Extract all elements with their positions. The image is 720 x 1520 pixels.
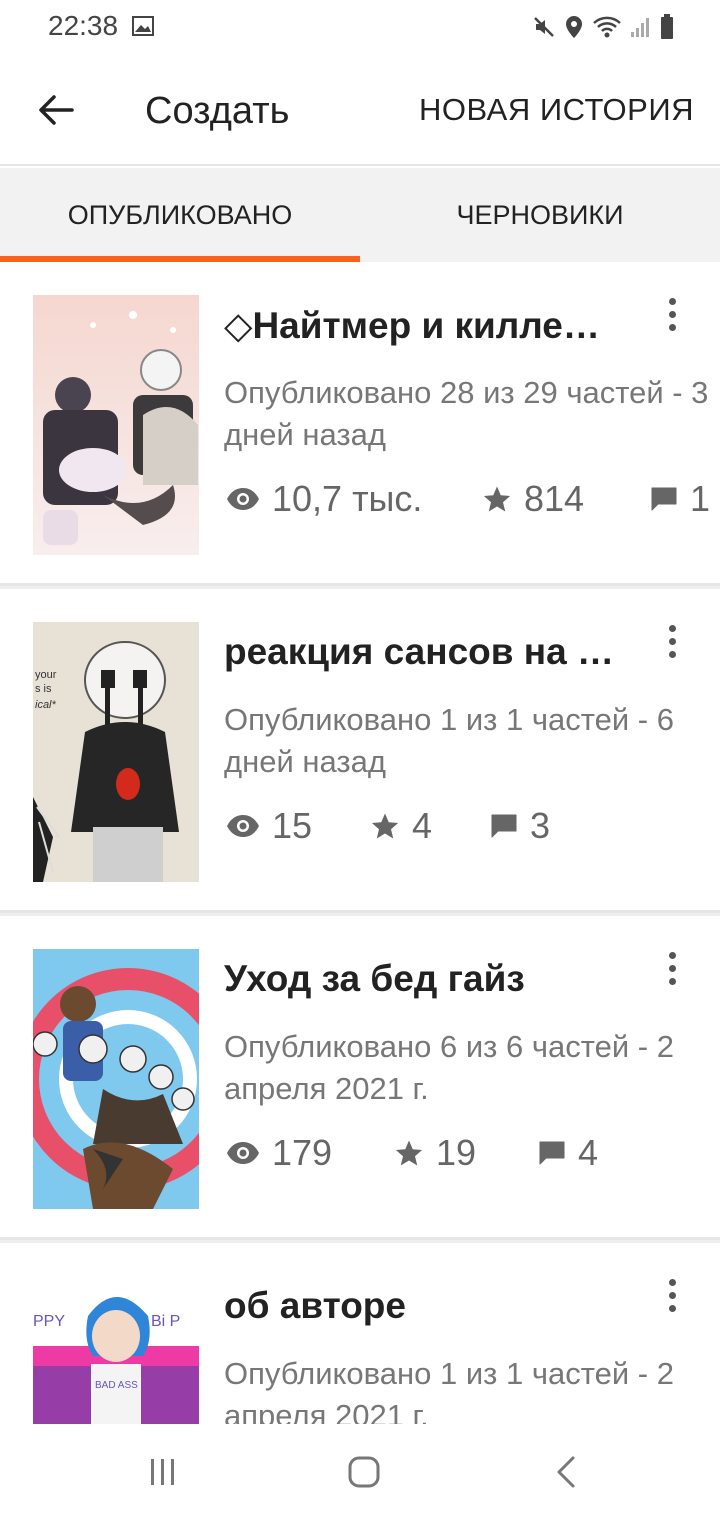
location-icon (566, 16, 582, 38)
story-meta: Опубликовано 1 из 1 частей - 2 апреля 20… (224, 1356, 674, 1424)
status-bar: 22:38 (0, 0, 720, 56)
story-title[interactable]: об авторе (224, 1285, 644, 1327)
svg-text:your: your (35, 669, 57, 681)
story-meta: Опубликовано 1 из 1 частей - 6 дней наза… (224, 702, 674, 779)
comments-count: 3 (530, 805, 551, 846)
votes-count: 19 (436, 1132, 477, 1173)
eye-icon (227, 1142, 259, 1164)
back-button[interactable] (28, 82, 84, 138)
cover-art: PPY Bi P BAD ASS (33, 1276, 199, 1424)
svg-text:ical*: ical* (35, 699, 57, 711)
story-cover-image[interactable]: your s is ical* (33, 622, 199, 882)
views-stat: 10,7 тыс. (226, 478, 422, 520)
more-vertical-icon[interactable] (656, 619, 688, 663)
tab-drafts[interactable]: ЧЕРНОВИКИ (360, 168, 720, 262)
eye-icon (227, 815, 259, 837)
home-button[interactable] (334, 1450, 394, 1494)
story-card[interactable]: ◇Найтмер и килле… Опубликовано 28 из 29 … (0, 262, 720, 586)
views-stat: 179 (226, 1132, 332, 1174)
story-card[interactable]: PPY Bi P BAD ASS об авторе Опубликовано … (0, 1243, 720, 1424)
star-icon (483, 486, 511, 512)
comments-count: 1 (690, 478, 711, 519)
views-count: 15 (272, 805, 313, 846)
svg-text:Bi P: Bi P (151, 1313, 180, 1330)
comments-stat: 4 (538, 1132, 598, 1174)
chevron-left-icon (557, 1456, 575, 1488)
story-card[interactable]: Уход за бед гайз Опубликовано 6 из 6 час… (0, 916, 720, 1240)
tab-published[interactable]: ОПУБЛИКОВАНО (0, 168, 360, 262)
comments-stat: 1 (650, 478, 710, 520)
battery-icon (661, 14, 673, 39)
views-stat: 15 (226, 805, 312, 847)
home-icon (348, 1456, 380, 1488)
story-title[interactable]: реакция сансов на … (224, 631, 644, 673)
views-count: 10,7 тыс. (272, 478, 423, 519)
page-title: Создать (145, 90, 290, 132)
gallery-notification-icon (132, 16, 154, 36)
svg-text:PPY: PPY (33, 1313, 65, 1330)
mute-icon (534, 17, 554, 37)
story-card[interactable]: your s is ical* реакция сансов на … Опуб… (0, 589, 720, 913)
story-cover-image[interactable] (33, 949, 199, 1209)
votes-stat: 814 (482, 478, 584, 520)
signal-icon (631, 18, 649, 37)
story-list: ◇Найтмер и килле… Опубликовано 28 из 29 … (0, 262, 720, 1424)
story-title[interactable]: ◇Найтмер и килле… (224, 304, 644, 347)
story-cover-image[interactable] (33, 295, 199, 555)
arrow-left-icon (39, 95, 74, 125)
svg-text:s is: s is (35, 683, 52, 695)
votes-count: 4 (412, 805, 433, 846)
story-cover-image[interactable]: PPY Bi P BAD ASS (33, 1276, 199, 1424)
status-time: 22:38 (48, 10, 119, 41)
status-icons (532, 14, 674, 40)
star-icon (395, 1140, 423, 1166)
tabs: ОПУБЛИКОВАНО ЧЕРНОВИКИ (0, 168, 720, 262)
cover-art (33, 295, 199, 555)
more-vertical-icon[interactable] (656, 292, 688, 336)
star-icon (371, 813, 399, 839)
recent-apps-icon (151, 1459, 174, 1485)
votes-count: 814 (524, 478, 585, 519)
story-meta: Опубликовано 28 из 29 частей - 3 дней на… (224, 375, 709, 452)
system-nav-bar (0, 1424, 720, 1520)
more-vertical-icon[interactable] (656, 1273, 688, 1317)
eye-icon (227, 488, 259, 510)
votes-stat: 19 (394, 1132, 476, 1174)
recent-apps-button[interactable] (133, 1450, 193, 1494)
story-meta: Опубликовано 6 из 6 частей - 2 апреля 20… (224, 1029, 674, 1106)
app-bar: Создать НОВАЯ ИСТОРИЯ (0, 56, 720, 166)
comments-stat: 3 (490, 805, 550, 847)
cover-art (33, 949, 199, 1209)
comment-icon (491, 814, 517, 838)
wifi-icon (593, 16, 621, 38)
more-vertical-icon[interactable] (656, 946, 688, 990)
views-count: 179 (272, 1132, 333, 1173)
comments-count: 4 (578, 1132, 599, 1173)
comment-icon (539, 1141, 565, 1165)
story-title[interactable]: Уход за бед гайз (224, 958, 644, 1000)
votes-stat: 4 (370, 805, 432, 847)
comment-icon (651, 487, 677, 511)
nav-back-button[interactable] (536, 1450, 596, 1494)
cover-art: your s is ical* (33, 622, 199, 882)
new-story-button[interactable]: НОВАЯ ИСТОРИЯ (419, 92, 694, 128)
svg-text:BAD ASS: BAD ASS (95, 1380, 138, 1391)
